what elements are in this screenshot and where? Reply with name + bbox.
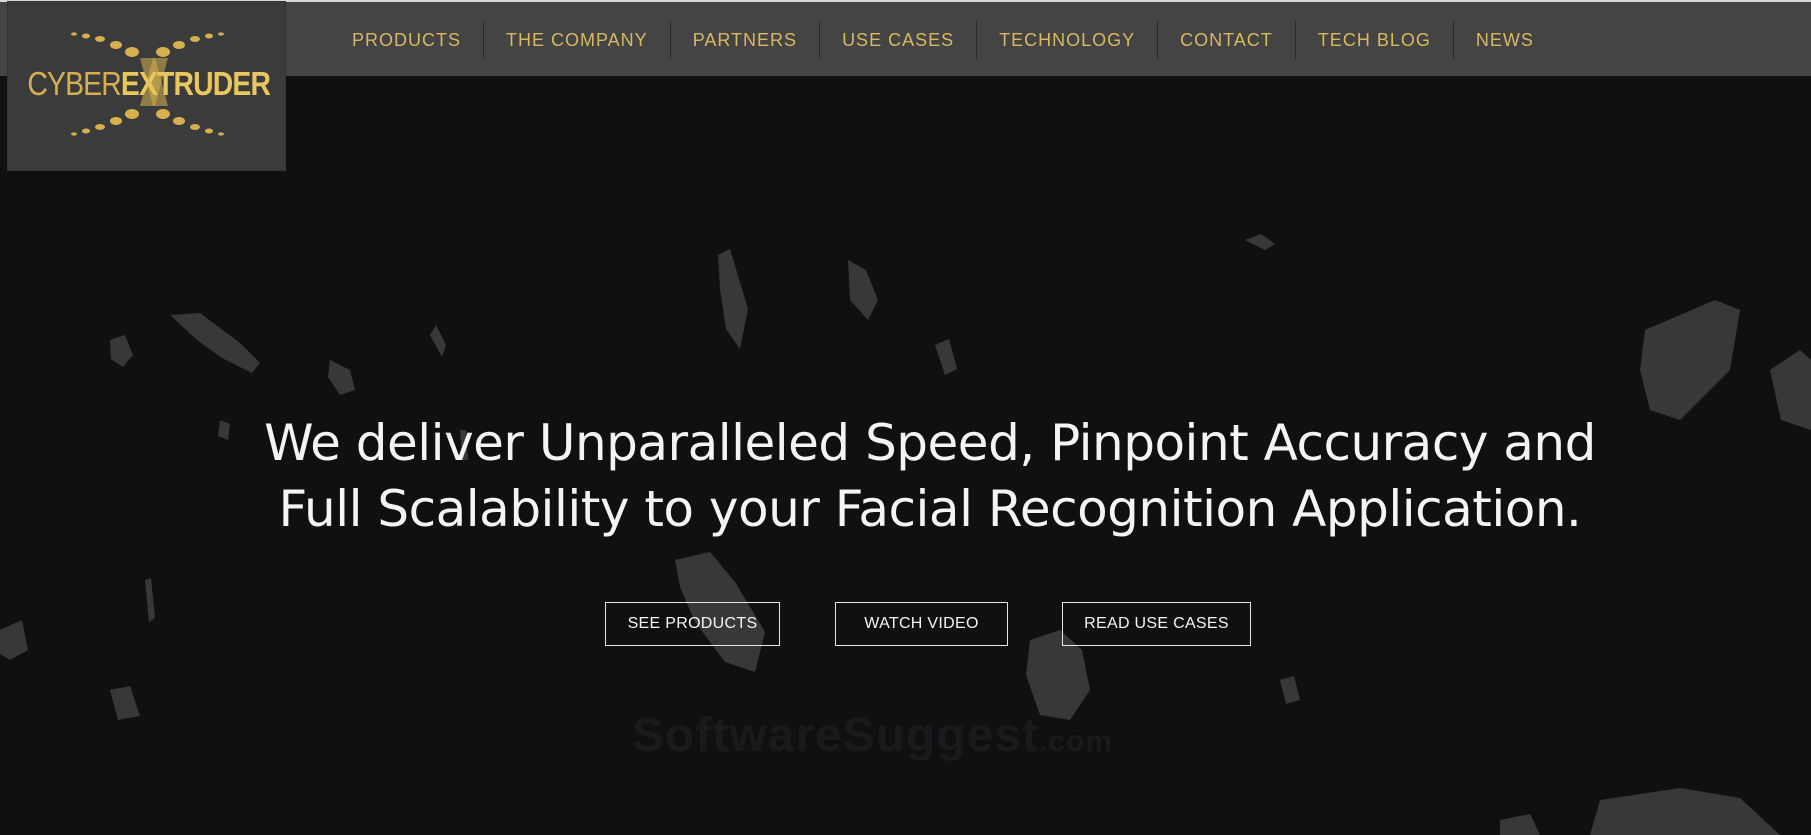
hero-cta-row: SEE PRODUCTS WATCH VIDEO READ USE CASES	[0, 602, 1811, 646]
hero-headline: We deliver Unparalleled Speed, Pinpoint …	[180, 410, 1680, 542]
logo-text-extruder: EXTRUDER	[120, 65, 271, 102]
logo-wordmark: CYBEREXTRUDER	[27, 65, 271, 103]
nav-item-use-cases[interactable]: USE CASES	[819, 21, 976, 59]
logo-text-cyber: CYBER	[27, 65, 121, 102]
watermark: SoftwareSuggest.com	[632, 708, 1113, 763]
hero-headline-line-1: We deliver Unparalleled Speed, Pinpoint …	[264, 414, 1596, 472]
hero-headline-line-2: Full Scalability to your Facial Recognit…	[278, 480, 1582, 538]
page: PRODUCTS THE COMPANY PARTNERS USE CASES …	[0, 0, 1811, 835]
watermark-suffix: .com	[1039, 725, 1114, 758]
nav-item-the-company[interactable]: THE COMPANY	[483, 21, 670, 59]
read-use-cases-button[interactable]: READ USE CASES	[1062, 602, 1251, 646]
nav-item-contact[interactable]: CONTACT	[1157, 21, 1295, 59]
see-products-button[interactable]: SEE PRODUCTS	[605, 602, 780, 646]
nav-item-products[interactable]: PRODUCTS	[330, 21, 483, 59]
nav-item-news[interactable]: NEWS	[1452, 21, 1556, 59]
nav-item-tech-blog[interactable]: TECH BLOG	[1294, 21, 1453, 59]
logo[interactable]: CYBEREXTRUDER	[8, 2, 285, 170]
main-nav: PRODUCTS THE COMPANY PARTNERS USE CASES …	[330, 20, 1556, 60]
nav-item-partners[interactable]: PARTNERS	[669, 21, 819, 59]
watermark-text: SoftwareSuggest	[632, 709, 1040, 762]
nav-item-technology[interactable]: TECHNOLOGY	[976, 21, 1157, 59]
watch-video-button[interactable]: WATCH VIDEO	[835, 602, 1008, 646]
